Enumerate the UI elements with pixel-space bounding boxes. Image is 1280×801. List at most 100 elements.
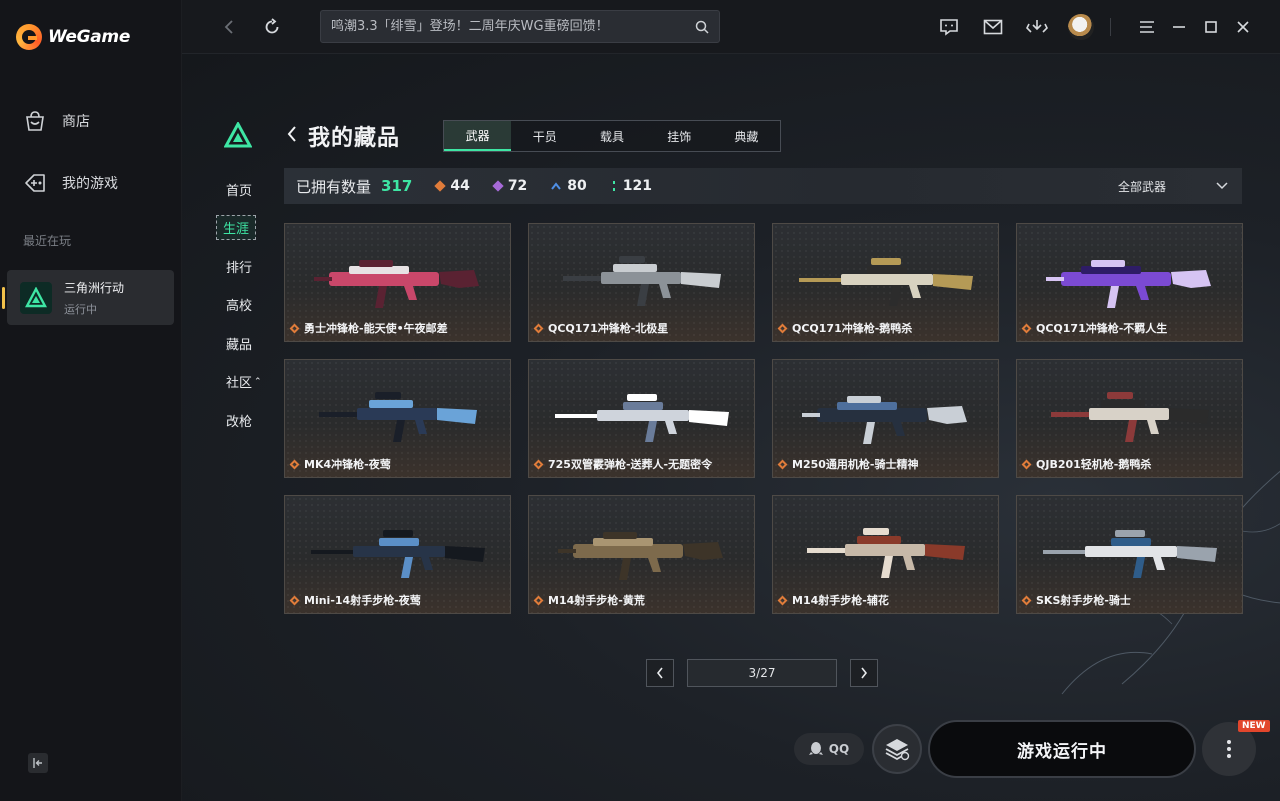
close-button[interactable] — [1230, 14, 1256, 40]
maximize-icon — [1205, 21, 1217, 33]
weapon-image — [802, 396, 967, 444]
pagination: 3/27 — [646, 659, 878, 687]
chevron-right-icon — [861, 667, 868, 679]
weapon-name: M14射手步枪-辅花 — [792, 594, 889, 607]
maximize-button[interactable] — [1198, 14, 1224, 40]
weapon-card[interactable]: 勇士冲锋枪-能天使•午夜邮差 — [284, 223, 511, 342]
page-back-button[interactable] — [286, 124, 298, 148]
tab-archive[interactable]: 典藏 — [713, 121, 780, 151]
back-button[interactable] — [216, 14, 242, 40]
qq-button[interactable]: QQ — [794, 733, 864, 765]
minimize-button[interactable] — [1166, 14, 1192, 40]
weapon-name: SKS射手步枪-骑士 — [1036, 594, 1131, 607]
download-button[interactable] — [1024, 14, 1050, 40]
weapon-label: QCQ171冲锋枪-不羁人生 — [1021, 320, 1168, 336]
weapon-image — [1051, 392, 1209, 442]
collapse-icon — [33, 758, 42, 768]
prev-page-button[interactable] — [646, 659, 674, 687]
search-box[interactable] — [320, 10, 720, 43]
weapon-image — [314, 260, 479, 308]
game-nav-college[interactable]: 高校 — [216, 286, 266, 325]
game-nav-community[interactable]: 社区 ⌃ — [216, 363, 266, 402]
rarity-count: 121 — [622, 178, 653, 194]
tab-operators[interactable]: 干员 — [511, 121, 578, 151]
weapon-card[interactable]: QCQ171冲锋枪-鹅鸭杀 — [772, 223, 999, 342]
weapon-card[interactable]: Mini-14射手步枪-夜莺 — [284, 495, 511, 614]
game-nav-collection[interactable]: 藏品 — [216, 324, 266, 363]
weapon-card[interactable]: MK4冲锋枪-夜莺 — [284, 359, 511, 478]
active-indicator — [2, 287, 5, 309]
stack-box-icon — [885, 739, 910, 761]
shop-bag-icon — [26, 111, 44, 131]
game-nav-career[interactable]: 生涯 — [216, 209, 266, 248]
owned-count-label: 已拥有数量 — [296, 177, 372, 196]
tab-vehicles[interactable]: 载具 — [578, 121, 645, 151]
menu-button[interactable] — [1134, 14, 1160, 40]
rarity-count: 80 — [567, 178, 587, 194]
page-indicator: 3/27 — [687, 659, 837, 687]
delta-force-logo-icon[interactable] — [223, 120, 253, 152]
page-header: 我的藏品 — [286, 120, 400, 152]
game-nav-gunsmith[interactable]: 改枪 — [216, 401, 266, 440]
chat-button[interactable] — [936, 14, 962, 40]
more-vertical-icon — [1227, 740, 1231, 758]
chevron-left-icon — [287, 126, 296, 142]
game-running-button[interactable]: 游戏运行中 — [928, 720, 1196, 778]
recent-game-status: 运行中 — [64, 302, 97, 316]
weapon-name: Mini-14射手步枪-夜莺 — [304, 594, 421, 607]
rarity-diamond-icon — [289, 595, 300, 605]
weapon-card[interactable]: QCQ171冲锋枪-北极星 — [528, 223, 755, 342]
collapse-sidebar-button[interactable] — [28, 753, 48, 773]
chevron-left-icon — [224, 20, 233, 34]
weapon-card[interactable]: 725双管霰弹枪-送葬人-无题密令 — [528, 359, 755, 478]
rarity-diamond-icon — [533, 595, 544, 605]
qq-penguin-icon — [808, 742, 823, 755]
mail-button[interactable] — [980, 14, 1006, 40]
weapon-name: QCQ171冲锋枪-不羁人生 — [1036, 322, 1168, 335]
rarity-stat-blue: 80 — [551, 178, 587, 194]
search-input[interactable] — [331, 19, 695, 34]
weapon-card[interactable]: QJB201轻机枪-鹅鸭杀 — [1016, 359, 1243, 478]
weapon-label: MK4冲锋枪-夜莺 — [289, 456, 391, 472]
chevron-up-icon: ⌃ — [254, 376, 262, 387]
rarity-diamond-icon — [777, 459, 788, 469]
game-nav-home[interactable]: 首页 — [216, 170, 266, 209]
green-dot-icon — [612, 181, 615, 191]
collection-tabs: 武器 干员 载具 挂饰 典藏 — [443, 120, 781, 152]
rarity-count: 72 — [507, 178, 528, 194]
sidebar-item-shop[interactable]: 商店 — [22, 108, 90, 134]
tab-weapons[interactable]: 武器 — [444, 121, 512, 151]
rarity-diamond-icon — [289, 323, 300, 333]
download-icon — [1026, 20, 1048, 33]
weapon-card[interactable]: M14射手步枪-黄荒 — [528, 495, 755, 614]
user-avatar[interactable] — [1068, 14, 1094, 40]
wegame-logo-icon — [16, 24, 42, 50]
page-title: 我的藏品 — [308, 126, 401, 151]
weapon-filter-dropdown[interactable]: 全部武器 — [1118, 168, 1228, 204]
close-icon — [1237, 21, 1249, 33]
owned-count-value: 317 — [381, 177, 413, 195]
weapon-card[interactable]: M14射手步枪-辅花 — [772, 495, 999, 614]
game-nav-ranking[interactable]: 排行 — [216, 247, 266, 286]
rarity-diamond-icon — [777, 595, 788, 605]
tab-charms[interactable]: 挂饰 — [646, 121, 713, 151]
filter-label: 全部武器 — [1117, 179, 1166, 194]
search-icon[interactable] — [695, 20, 709, 34]
weapon-card[interactable]: QCQ171冲锋枪-不羁人生 — [1016, 223, 1243, 342]
recent-game-item[interactable]: 三角洲行动 运行中 — [2, 270, 174, 325]
blue-chevron-icon — [551, 182, 562, 190]
chevron-left-icon — [656, 667, 663, 679]
weapon-card[interactable]: SKS射手步枪-骑士 — [1016, 495, 1243, 614]
wegame-logo[interactable]: WeGame — [16, 24, 130, 50]
weapon-label: QCQ171冲锋枪-北极星 — [533, 320, 668, 336]
next-page-button[interactable] — [850, 659, 878, 687]
weapon-name: M250通用机枪-骑士精神 — [792, 458, 919, 471]
weapon-image — [807, 528, 965, 578]
sidebar-item-my-games[interactable]: 我的游戏 — [22, 170, 118, 196]
inventory-box-button[interactable] — [872, 724, 922, 774]
refresh-button[interactable] — [259, 14, 285, 40]
weapon-card[interactable]: M250通用机枪-骑士精神 — [772, 359, 999, 478]
rarity-stat-orange: 44 — [434, 178, 470, 194]
rarity-count: 44 — [450, 178, 470, 194]
rarity-stat-green: 121 — [611, 178, 652, 194]
